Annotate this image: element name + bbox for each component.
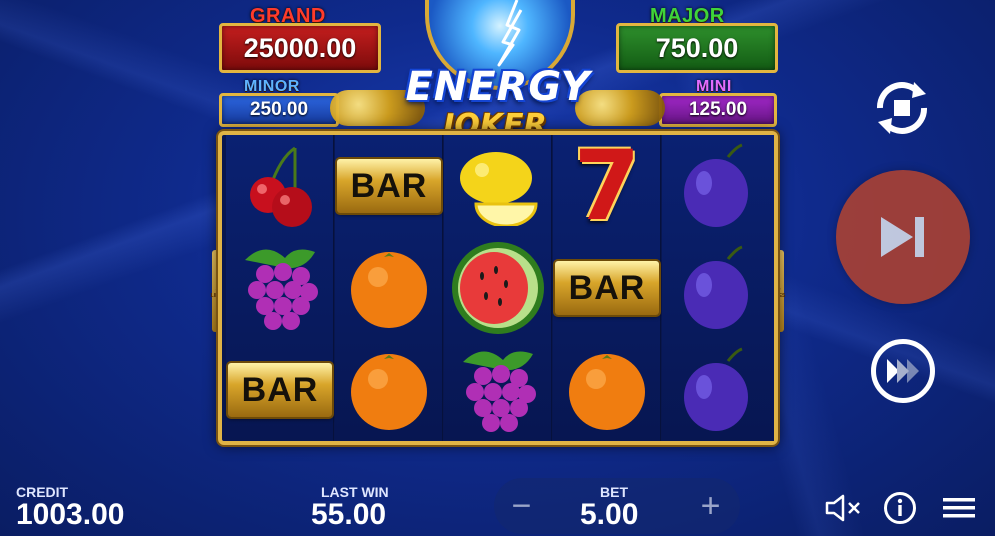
bet-decrease-button[interactable]: − <box>494 478 549 534</box>
reel-1: BAR <box>226 135 334 441</box>
mute-button[interactable] <box>824 490 864 526</box>
hamburger-menu-icon <box>943 498 975 518</box>
orange-symbol <box>553 339 661 441</box>
autoplay-icon <box>877 82 927 134</box>
lemon-symbol <box>444 135 552 237</box>
bar-symbol-text: BAR <box>337 159 441 213</box>
orange-icon <box>351 354 427 430</box>
seven-symbol: 7 <box>553 130 661 242</box>
bet-value: 5.00 <box>580 498 639 531</box>
seven-symbol-text: 7 <box>573 130 641 242</box>
plum-icon <box>684 143 748 227</box>
info-icon <box>884 492 916 524</box>
watermelon-symbol <box>444 237 552 339</box>
orange-symbol <box>335 237 443 339</box>
plum-symbol <box>662 237 770 339</box>
watermelon-icon <box>452 242 544 334</box>
bar-symbol: BAR <box>335 135 443 237</box>
reel-5 <box>662 135 774 441</box>
grand-jackpot-value: 25000.00 <box>219 23 381 73</box>
grapes-symbol <box>226 237 334 339</box>
reel-4: 7 BAR <box>553 130 661 441</box>
orange-icon <box>351 252 427 328</box>
grapes-icon <box>463 351 536 432</box>
bar-symbol-text: BAR <box>228 363 332 417</box>
logo-energy-text: ENERGY <box>405 64 591 110</box>
reel-3 <box>444 135 552 441</box>
speaker-muted-icon <box>825 494 860 522</box>
fast-forward-icon <box>887 359 919 383</box>
autoplay-button[interactable] <box>866 78 938 138</box>
grapes-symbol <box>444 339 552 441</box>
plum-icon <box>684 245 748 329</box>
info-button[interactable] <box>882 490 918 526</box>
orange-symbol <box>335 339 443 441</box>
bar-symbol: BAR <box>553 237 661 339</box>
last-win-value: 55.00 <box>311 498 387 531</box>
major-jackpot-value: 750.00 <box>616 23 778 73</box>
orange-icon <box>569 354 645 430</box>
spin-button[interactable] <box>836 170 970 304</box>
minor-jackpot-value: 250.00 <box>219 93 339 127</box>
bar-symbol: BAR <box>226 339 334 441</box>
grapes-icon <box>245 249 318 330</box>
reel-2: BAR <box>335 135 443 441</box>
reel-grid: BAR BAR 7 BAR <box>218 130 778 445</box>
bar-symbol-text: BAR <box>555 261 659 315</box>
turbo-button[interactable] <box>871 339 935 403</box>
play-skip-icon <box>881 217 924 257</box>
credit-value: 1003.00 <box>16 498 125 531</box>
bet-increase-button[interactable]: + <box>683 478 738 534</box>
menu-button[interactable] <box>940 492 978 524</box>
mini-jackpot-value: 125.00 <box>659 93 777 127</box>
cherry-icon <box>250 146 312 227</box>
plum-icon <box>684 347 748 431</box>
cherry-symbol <box>226 135 334 237</box>
lemon-icon <box>460 152 538 226</box>
plum-symbol <box>662 135 770 237</box>
plum-symbol <box>662 339 770 441</box>
